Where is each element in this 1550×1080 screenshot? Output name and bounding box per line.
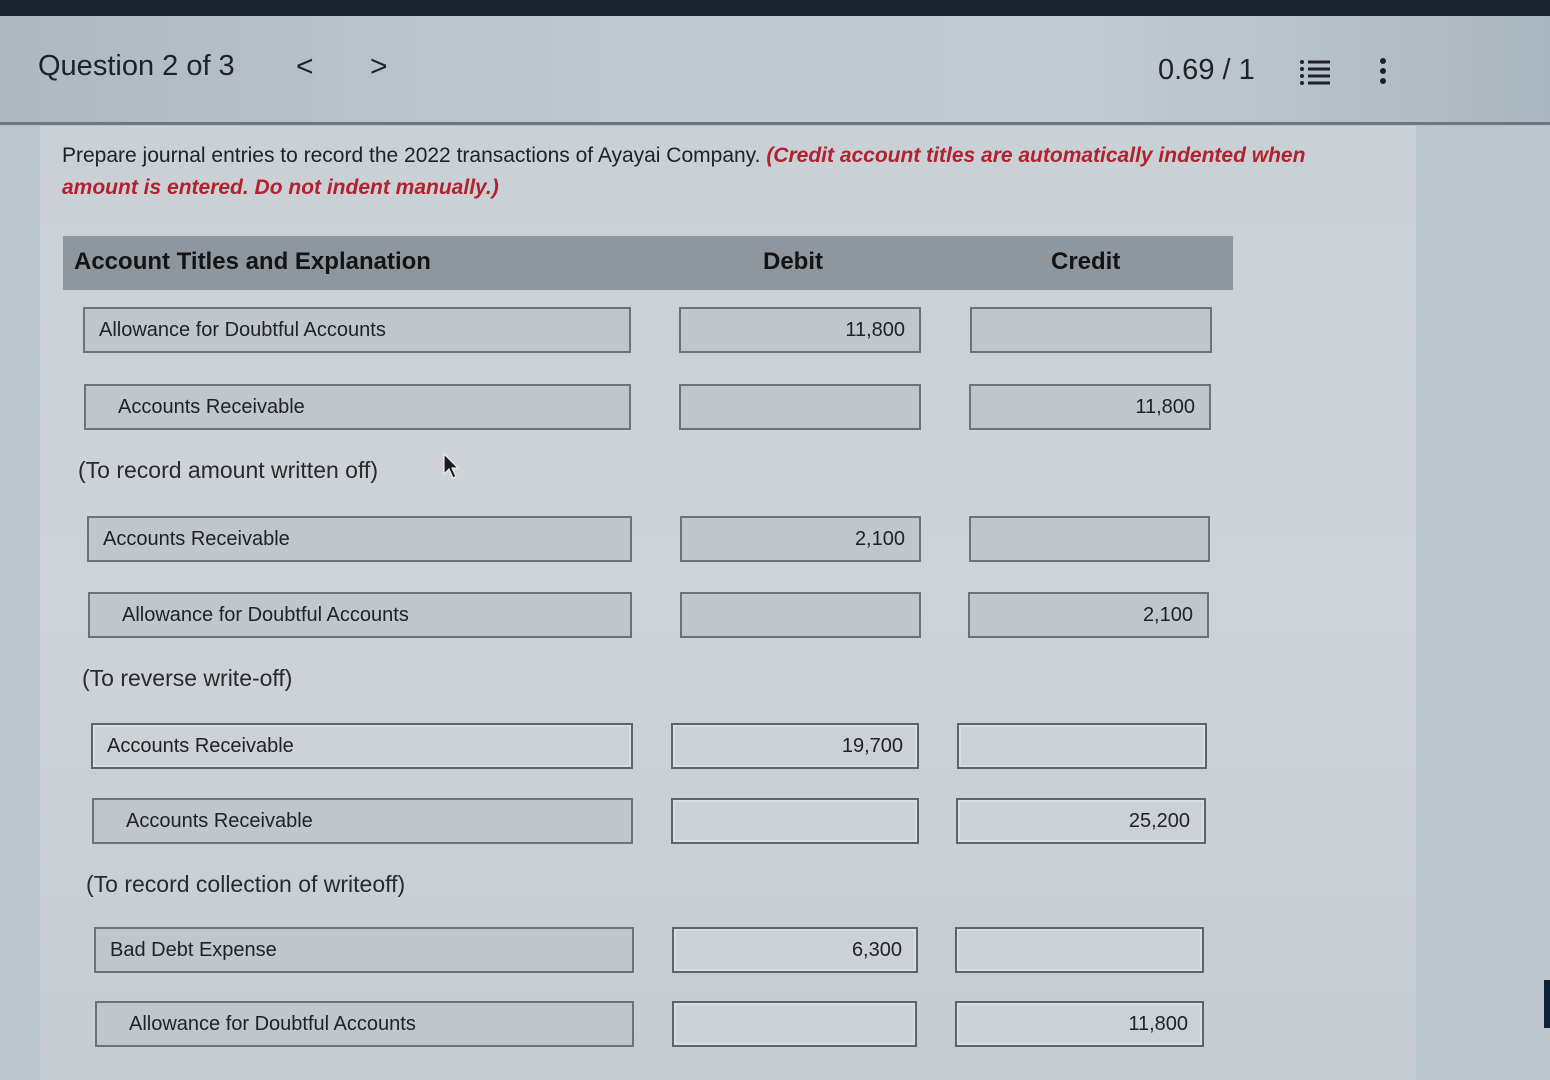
debit-input[interactable]	[680, 592, 921, 638]
debit-input[interactable]	[679, 384, 921, 430]
credit-input[interactable]	[969, 516, 1210, 562]
debit-input[interactable]	[671, 798, 919, 844]
account-title-input[interactable]: Accounts Receivable	[84, 384, 631, 430]
credit-input[interactable]: 11,800	[955, 1001, 1204, 1047]
debit-input[interactable]: 2,100	[680, 516, 921, 562]
mouse-pointer-icon	[443, 452, 460, 479]
instructions: Prepare journal entries to record the 20…	[62, 140, 1382, 204]
vertical-dots-icon[interactable]	[1372, 56, 1394, 86]
credit-input[interactable]	[957, 723, 1207, 769]
previous-question-button[interactable]: <	[296, 50, 314, 84]
column-header-account: Account Titles and Explanation	[74, 248, 431, 275]
score-display: 0.69 / 1	[1158, 54, 1255, 86]
debit-input[interactable]: 19,700	[671, 723, 919, 769]
credit-input[interactable]: 11,800	[969, 384, 1211, 430]
debit-input[interactable]	[672, 1001, 917, 1047]
credit-input[interactable]	[955, 927, 1204, 973]
credit-input[interactable]	[970, 307, 1212, 353]
table-header: Account Titles and Explanation Debit Cre…	[63, 236, 1233, 290]
screen-edge-mark	[1544, 980, 1550, 1028]
entry-explanation: (To record amount written off)	[78, 457, 378, 483]
account-title-input[interactable]: Allowance for Doubtful Accounts	[95, 1001, 634, 1047]
instructions-text: Prepare journal entries to record the 20…	[62, 144, 761, 167]
list-icon[interactable]	[1298, 58, 1332, 86]
entry-explanation: (To record collection of writeoff)	[86, 871, 406, 897]
top-bezel	[0, 0, 1550, 16]
column-header-debit: Debit	[763, 248, 823, 275]
next-question-button[interactable]: >	[370, 50, 388, 84]
column-header-credit: Credit	[1051, 248, 1121, 275]
debit-input[interactable]: 11,800	[679, 307, 921, 353]
account-title-input[interactable]: Accounts Receivable	[92, 798, 633, 844]
credit-input[interactable]: 2,100	[968, 592, 1209, 638]
entry-explanation: (To reverse write-off)	[82, 665, 293, 691]
account-title-input[interactable]: Allowance for Doubtful Accounts	[88, 592, 632, 638]
account-title-input[interactable]: Bad Debt Expense	[94, 927, 634, 973]
account-title-input[interactable]: Accounts Receivable	[87, 516, 632, 562]
debit-input[interactable]: 6,300	[672, 927, 918, 973]
account-title-input[interactable]: Allowance for Doubtful Accounts	[83, 307, 631, 353]
question-title: Question 2 of 3	[38, 50, 235, 82]
account-title-input[interactable]: Accounts Receivable	[91, 723, 633, 769]
question-header: Question 2 of 3 < > 0.69 / 1	[0, 16, 1550, 125]
credit-input[interactable]: 25,200	[956, 798, 1206, 844]
